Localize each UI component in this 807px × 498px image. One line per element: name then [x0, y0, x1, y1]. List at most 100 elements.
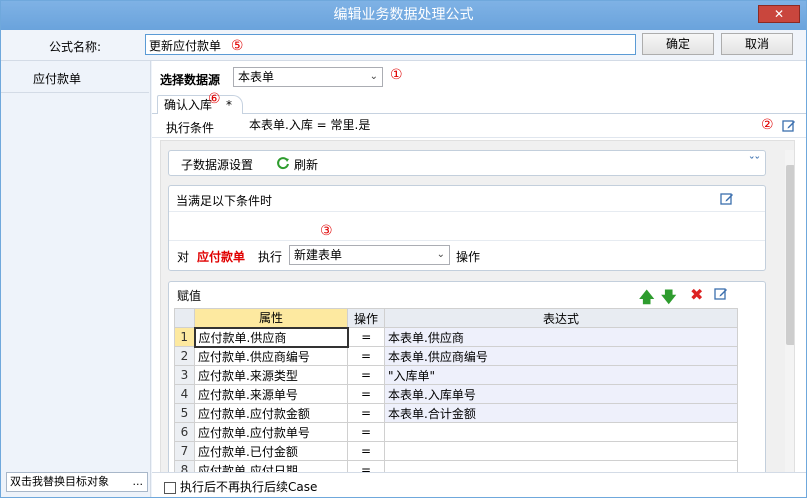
- ok-button[interactable]: 确定: [642, 33, 714, 55]
- vertical-scrollbar[interactable]: [785, 150, 794, 496]
- footer-bar: 执行后不再执行后续Case: [152, 472, 806, 497]
- assign-panel: 赋值 🡅 🡇 ✖ ④ 属性 操作 表达式: [168, 281, 766, 496]
- assign-label: 赋值: [177, 289, 202, 303]
- replace-target-label: 双击我替换目标对象: [10, 475, 109, 488]
- row-number: 6: [174, 422, 195, 442]
- condition-value: 本表单.入库 = 常里.是: [249, 118, 371, 132]
- datasource-select[interactable]: 本表单 ⌄: [233, 67, 383, 87]
- sidebar-item-payable[interactable]: 应付款单: [1, 67, 149, 93]
- cell-op[interactable]: =: [347, 441, 385, 461]
- chevron-down-icon: ⌄: [369, 71, 378, 82]
- table-row[interactable]: 1 应付款单.供应商 = 本表单.供应商: [174, 326, 738, 348]
- scrollbar-thumb[interactable]: [786, 165, 794, 345]
- cell-op[interactable]: =: [347, 346, 385, 366]
- replace-target-field[interactable]: 双击我替换目标对象 ...: [6, 472, 148, 492]
- when-label: 当满足以下条件时: [176, 194, 273, 208]
- action-value: 新建表单: [294, 248, 343, 262]
- cell-prop[interactable]: 应付款单.供应商: [193, 326, 349, 348]
- table-row[interactable]: 3 应付款单.来源类型 = "入库单": [174, 365, 738, 385]
- when-panel: 当满足以下条件时 ③ 对 应付款单 执行 新建表单 ⌄ 操作: [168, 185, 766, 271]
- marker-3: ③: [320, 223, 333, 239]
- assign-table: 属性 操作 表达式 1 应付款单.供应商 = 本表单.供应商 2 应付款单.供应商编号 = 本…: [174, 308, 738, 480]
- cell-expr[interactable]: 本表单.合计金额: [384, 403, 738, 423]
- condition-label: 执行条件: [166, 121, 215, 135]
- cell-prop[interactable]: 应付款单.来源类型: [194, 365, 348, 385]
- collapse-chevron-icon[interactable]: ˇˇ: [749, 155, 760, 168]
- marker-1: ①: [390, 67, 403, 83]
- refresh-icon[interactable]: [276, 156, 290, 173]
- assign-table-body: 1 应付款单.供应商 = 本表单.供应商 2 应付款单.供应商编号 = 本表单.供应商编号 3 应…: [174, 326, 738, 480]
- table-row[interactable]: 2 应付款单.供应商编号 = 本表单.供应商编号: [174, 346, 738, 366]
- when-prefix: 对: [177, 250, 190, 264]
- table-row[interactable]: 5 应付款单.应付款金额 = 本表单.合计金额: [174, 403, 738, 423]
- row-number: 3: [174, 365, 195, 385]
- edit-icon[interactable]: [720, 192, 734, 209]
- table-row[interactable]: 7 应付款单.已付金额 =: [174, 441, 738, 461]
- table-row[interactable]: 4 应付款单.来源单号 = 本表单.入库单号: [174, 384, 738, 404]
- row-number: 4: [174, 384, 195, 404]
- stop-after-label: 执行后不再执行后续Case: [180, 480, 318, 494]
- tab-confirm-inbound[interactable]: 确认入库 *: [157, 95, 243, 115]
- row-number: 1: [174, 327, 195, 347]
- refresh-button[interactable]: 刷新: [294, 156, 318, 173]
- table-header: 属性 操作 表达式: [174, 308, 738, 328]
- marker-5: ⑤: [230, 38, 244, 54]
- dialog-window: 编辑业务数据处理公式 ✕ 公式名称: 更新应付款单 ⑤ 确定 取消 应付款单 双…: [0, 0, 807, 498]
- cell-op[interactable]: =: [347, 384, 385, 404]
- cell-expr[interactable]: "入库单": [384, 365, 738, 385]
- row-number: 7: [174, 441, 195, 461]
- cell-expr[interactable]: [384, 422, 738, 442]
- cell-prop[interactable]: 应付款单.供应商编号: [194, 346, 348, 366]
- cell-op[interactable]: =: [347, 422, 385, 442]
- formula-name-row: 公式名称: 更新应付款单 ⑤ 确定 取消: [1, 30, 806, 61]
- column-header-expr[interactable]: 表达式: [384, 308, 738, 328]
- formula-name-value: 更新应付款单: [149, 39, 222, 53]
- condition-row: 执行条件 本表单.入库 = 常里.是 ②: [152, 114, 806, 138]
- stop-after-checkbox[interactable]: 执行后不再执行后续Case: [164, 478, 317, 495]
- cell-op[interactable]: =: [347, 403, 385, 423]
- formula-name-input[interactable]: 更新应付款单 ⑤: [145, 34, 636, 55]
- formula-name-label: 公式名称:: [49, 40, 102, 54]
- when-suffix: 操作: [456, 250, 481, 264]
- subsource-panel: 子数据源设置 刷新 ˇˇ: [168, 150, 766, 176]
- cell-prop[interactable]: 应付款单.已付金额: [194, 441, 348, 461]
- when-exec-label: 执行: [258, 250, 283, 264]
- row-number: 5: [174, 403, 195, 423]
- marker-6: ⑥: [208, 91, 221, 107]
- delete-icon[interactable]: ✖: [690, 285, 703, 304]
- column-header-prop[interactable]: 属性: [194, 308, 348, 328]
- cancel-button[interactable]: 取消: [721, 33, 793, 55]
- case-tabstrip: 确认入库 * ⑥: [152, 91, 806, 115]
- cell-expr[interactable]: [384, 441, 738, 461]
- row-number: 2: [174, 346, 195, 366]
- row-number-header: [174, 308, 195, 328]
- edit-icon[interactable]: [714, 287, 728, 304]
- sidebar: 应付款单 双击我替换目标对象 ...: [1, 61, 151, 497]
- cell-expr[interactable]: 本表单.入库单号: [384, 384, 738, 404]
- condition-input[interactable]: 本表单.入库 = 常里.是: [244, 116, 754, 136]
- cell-prop[interactable]: 应付款单.应付款单号: [194, 422, 348, 442]
- cell-prop[interactable]: 应付款单.应付款金额: [194, 403, 348, 423]
- datasource-label: 选择数据源: [160, 73, 221, 87]
- cell-expr[interactable]: 本表单.供应商: [384, 327, 738, 347]
- edit-icon[interactable]: [782, 119, 796, 136]
- table-row[interactable]: 6 应付款单.应付款单号 =: [174, 422, 738, 442]
- when-target: 应付款单: [197, 250, 246, 264]
- when-condition-area[interactable]: [169, 211, 765, 241]
- checkbox-box[interactable]: [164, 481, 176, 494]
- chevron-down-icon: ⌄: [436, 249, 445, 260]
- cell-op[interactable]: =: [347, 365, 385, 385]
- action-select[interactable]: 新建表单 ⌄: [289, 245, 450, 265]
- main-panel: 选择数据源 本表单 ⌄ ① 确认入库 * ⑥ 执行条件 本表单.入库 = 常里.是…: [152, 61, 806, 497]
- browse-button[interactable]: ...: [133, 473, 144, 491]
- cell-expr[interactable]: 本表单.供应商编号: [384, 346, 738, 366]
- marker-2: ②: [761, 117, 774, 133]
- subsource-label: 子数据源设置: [181, 158, 254, 172]
- window-title: 编辑业务数据处理公式: [333, 7, 474, 23]
- cell-prop[interactable]: 应付款单.来源单号: [194, 384, 348, 404]
- cell-op[interactable]: =: [347, 327, 385, 347]
- datasource-value: 本表单: [238, 70, 275, 84]
- close-button[interactable]: ✕: [758, 5, 800, 23]
- title-bar: 编辑业务数据处理公式 ✕: [1, 1, 806, 30]
- column-header-op[interactable]: 操作: [347, 308, 385, 328]
